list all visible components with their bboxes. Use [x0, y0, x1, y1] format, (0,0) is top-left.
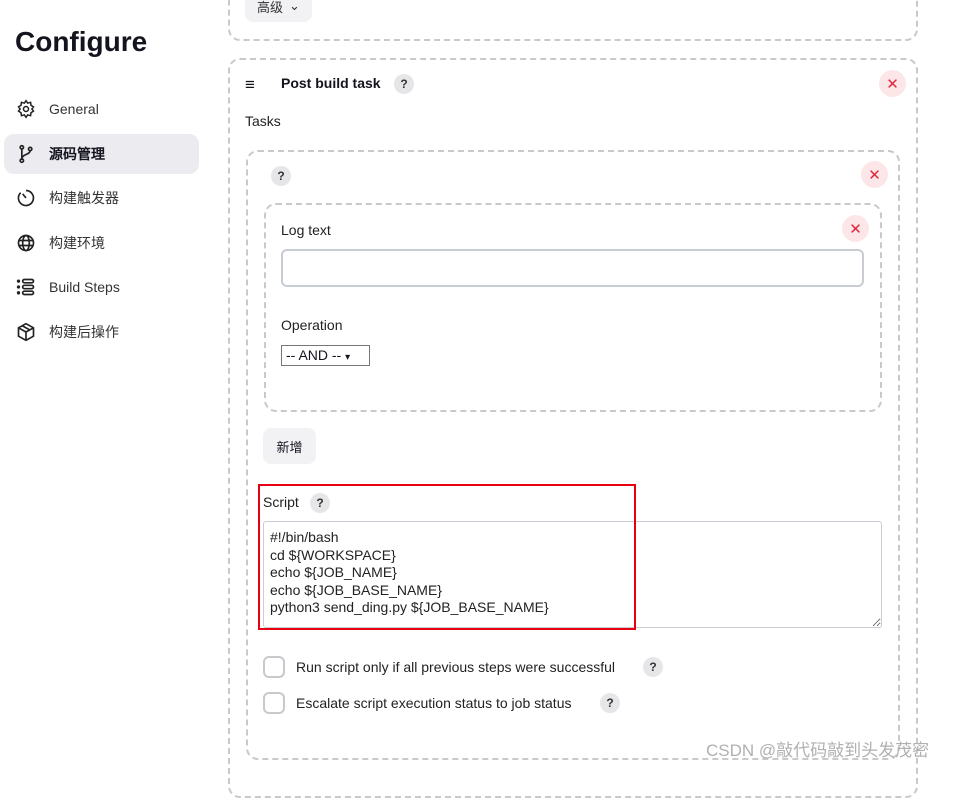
operation-label: Operation [281, 317, 343, 333]
help-icon[interactable]: ? [600, 693, 620, 713]
chevron-down-icon: ⌄ [289, 0, 300, 13]
help-icon[interactable]: ? [643, 657, 663, 677]
globe-icon [17, 234, 35, 252]
chevron-down-icon: ▾ [345, 352, 351, 363]
help-icon[interactable]: ? [271, 166, 291, 186]
sidebar-item-label: 构建后操作 [49, 324, 119, 340]
log-text-box [264, 203, 882, 412]
sidebar-item-label: 构建环境 [49, 235, 105, 251]
run-only-label: Run script only if all previous steps we… [296, 659, 616, 675]
sidebar-item-environment[interactable]: 构建环境 [4, 223, 199, 263]
advanced-button[interactable]: 高级 ⌄ [245, 0, 312, 22]
help-icon[interactable]: ? [310, 493, 330, 513]
list-icon [16, 278, 35, 296]
operation-value: -- AND -- [286, 347, 342, 363]
close-icon[interactable]: ✕ [842, 215, 869, 242]
sidebar-item-label: 构建触发器 [49, 190, 119, 206]
close-icon[interactable]: ✕ [879, 70, 906, 97]
sidebar-item-triggers[interactable]: 构建触发器 [4, 178, 199, 218]
close-icon[interactable]: ✕ [861, 161, 888, 188]
operation-select[interactable]: -- AND -- ▾ [281, 345, 370, 366]
script-textarea[interactable]: #!/bin/bash cd ${WORKSPACE} echo ${JOB_N… [263, 521, 882, 628]
sidebar-item-label: 源码管理 [49, 146, 105, 162]
sidebar-item-scm[interactable]: 源码管理 [4, 134, 199, 174]
branch-icon [19, 144, 33, 164]
sidebar-item-label: General [49, 101, 99, 117]
page-title: Configure [15, 26, 148, 57]
add-button[interactable]: 新增 [263, 428, 316, 464]
sidebar-item-post-build[interactable]: 构建后操作 [4, 312, 199, 352]
watermark: CSDN @敲代码敲到头发茂密 [706, 741, 930, 760]
escalate-label: Escalate script execution status to job … [296, 695, 572, 711]
drag-handle-icon[interactable]: ≡ [245, 75, 255, 95]
timer-icon [17, 189, 35, 207]
tasks-label: Tasks [245, 113, 281, 129]
log-text-input[interactable] [281, 249, 864, 287]
log-text-label: Log text [281, 222, 331, 238]
script-label: Script [263, 494, 299, 510]
advanced-label: 高级 [257, 0, 284, 15]
help-icon[interactable]: ? [394, 74, 414, 94]
package-icon [17, 322, 35, 342]
sidebar-item-label: Build Steps [49, 279, 120, 295]
previous-section [228, 0, 918, 41]
gear-icon [17, 99, 35, 119]
section-title: Post build task [281, 75, 381, 91]
sidebar-item-build-steps[interactable]: Build Steps [4, 267, 199, 307]
run-only-checkbox[interactable] [263, 656, 285, 678]
escalate-checkbox[interactable] [263, 692, 285, 714]
sidebar-item-general[interactable]: General [4, 89, 199, 129]
